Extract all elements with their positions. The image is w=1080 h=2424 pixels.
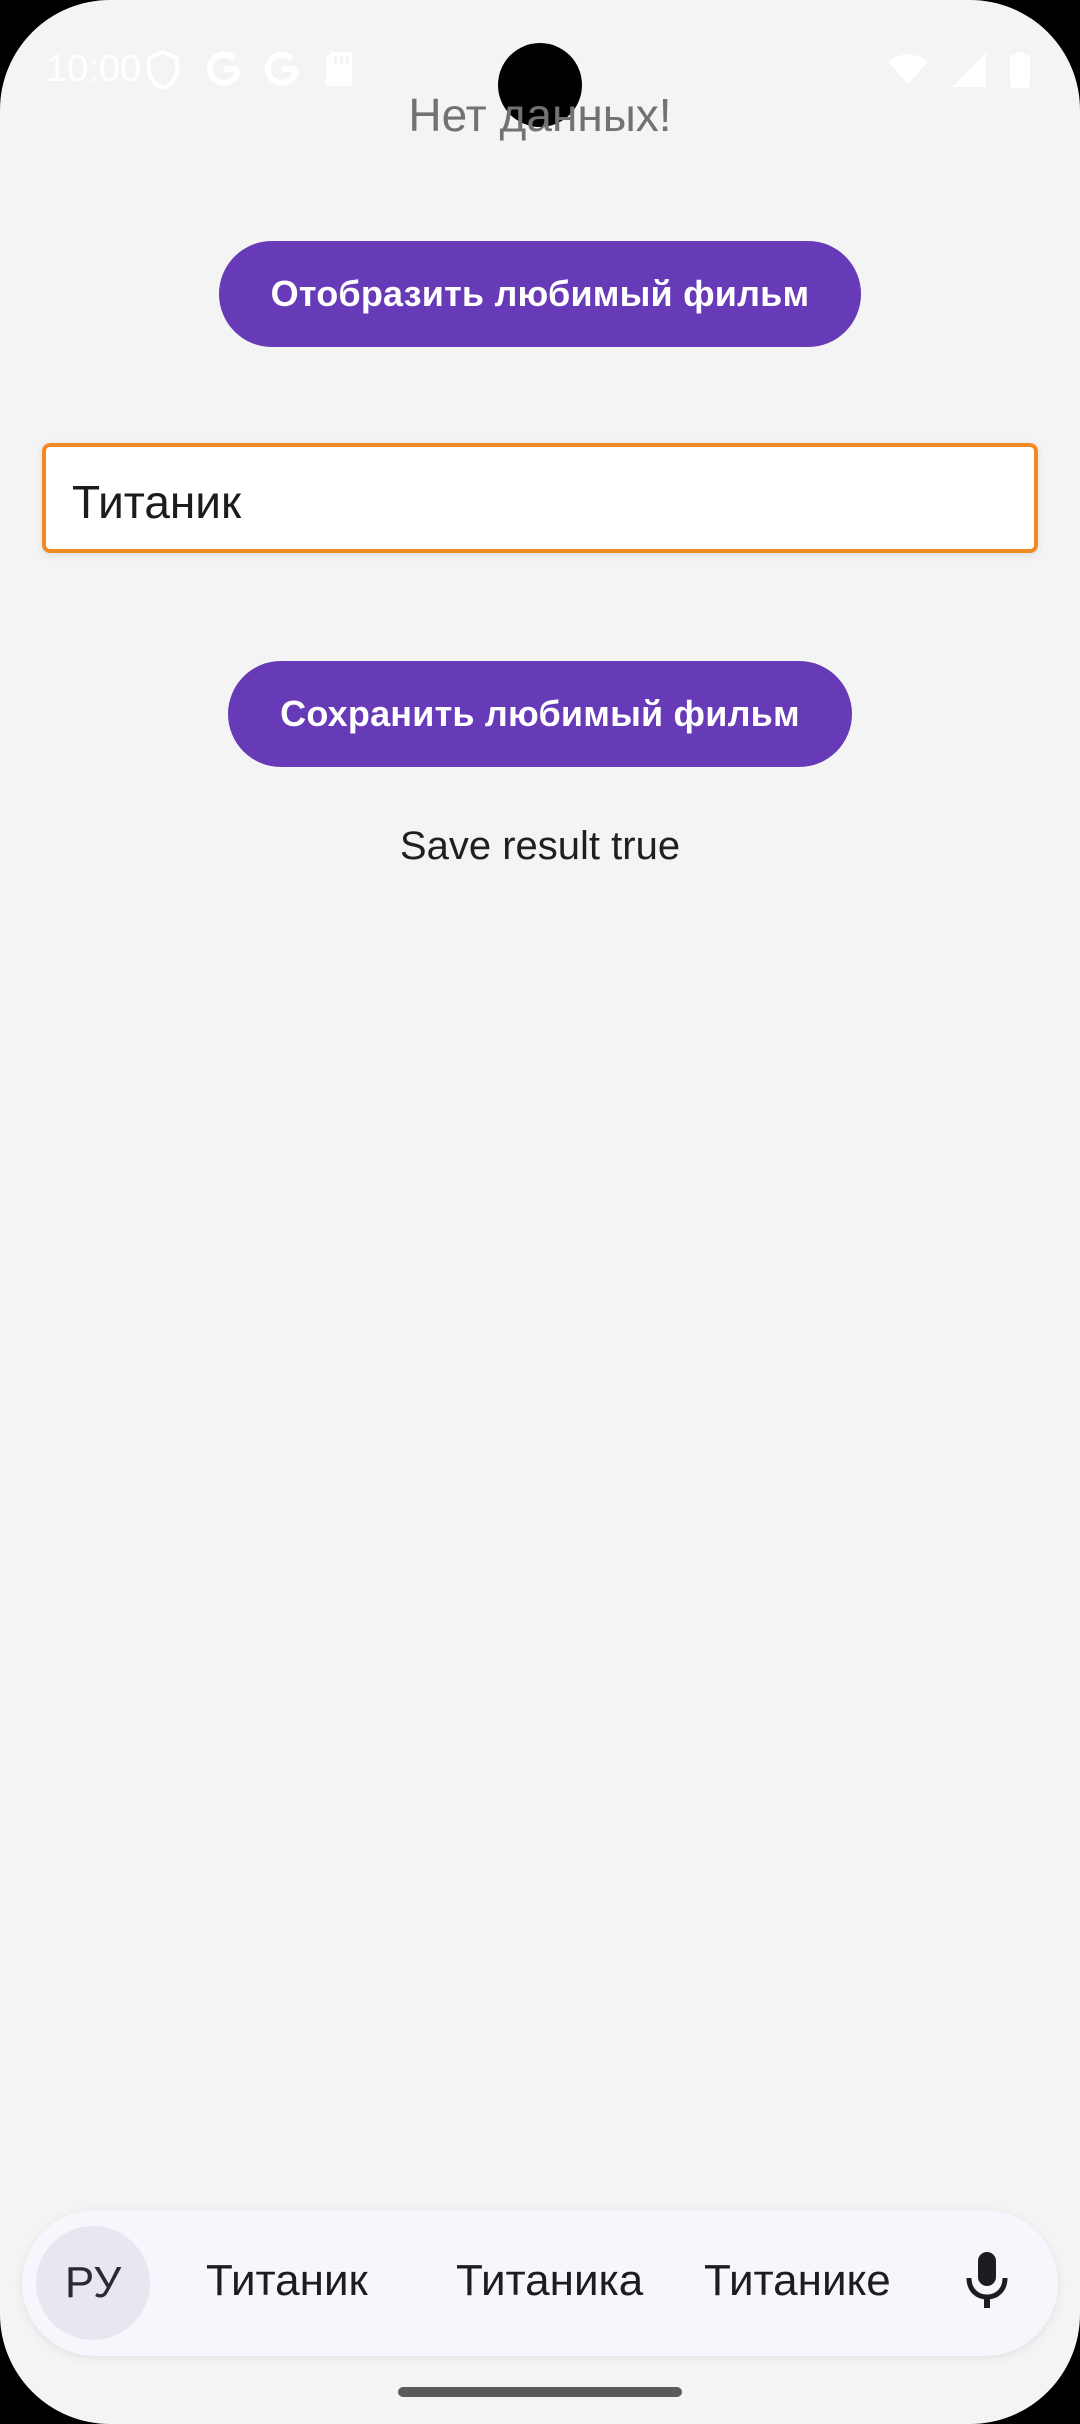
status-time: 10:00 xyxy=(46,48,142,90)
signal-icon xyxy=(952,53,986,92)
mic-icon[interactable] xyxy=(962,2250,1012,2319)
wifi-icon xyxy=(888,54,928,91)
save-result-label: Save result true xyxy=(399,824,681,868)
sd-card-icon xyxy=(324,50,354,93)
show-favorite-movie-button[interactable]: Отобразить любимый фильм xyxy=(219,241,861,347)
status-icons-right xyxy=(888,52,1030,93)
app-screen: 10:00 Нет данных! Отобразить любимый фил… xyxy=(0,0,1080,2424)
no-data-label: Нет данных! xyxy=(408,89,672,141)
keyboard-suggestion-bar: РУ Титаник Титаника Титанике xyxy=(22,2210,1058,2356)
favorite-movie-input[interactable]: Титаник xyxy=(42,443,1038,553)
favorite-movie-input-value: Титаник xyxy=(72,476,242,528)
suggestion-1[interactable]: Титаник xyxy=(206,2256,368,2306)
suggestion-2[interactable]: Титаника xyxy=(456,2256,643,2306)
save-favorite-movie-button[interactable]: Сохранить любимый фильм xyxy=(228,661,852,767)
battery-icon xyxy=(1010,52,1030,93)
suggestion-3[interactable]: Титанике xyxy=(704,2256,891,2306)
home-indicator[interactable] xyxy=(398,2387,682,2397)
language-switch-button[interactable]: РУ xyxy=(36,2226,150,2340)
